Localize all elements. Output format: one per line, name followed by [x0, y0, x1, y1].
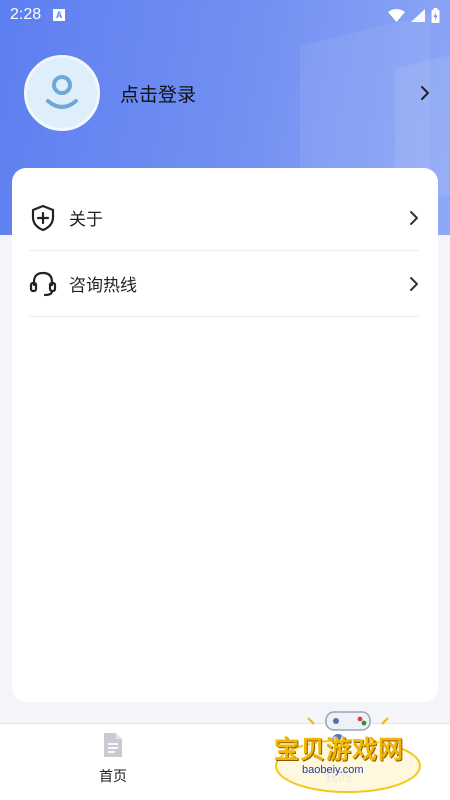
- chevron-right-icon: [410, 276, 418, 291]
- chevron-right-icon[interactable]: [420, 85, 430, 101]
- document-icon: [104, 733, 122, 757]
- menu-item-label: 咨询热线: [69, 276, 137, 296]
- watermark-url: baobeiy.com: [302, 764, 364, 776]
- status-time: 2:28: [10, 6, 42, 23]
- menu-item-hotline[interactable]: 咨询热线: [29, 251, 419, 317]
- login-label[interactable]: 点击登录: [120, 80, 196, 107]
- avatar[interactable]: [24, 55, 100, 131]
- a-icon: A: [53, 9, 66, 21]
- watermark-title: 宝贝游戏网: [274, 735, 405, 764]
- profile-login-row[interactable]: 点击登录: [24, 55, 434, 131]
- status-icons: [388, 7, 440, 23]
- user-face-icon: [46, 75, 78, 109]
- menu-card: 关于 咨询热线: [12, 168, 438, 702]
- battery-icon: [431, 7, 440, 23]
- signal-icon: [411, 8, 425, 22]
- status-bar: 2:28 A: [0, 0, 450, 30]
- wifi-icon: [388, 8, 405, 22]
- tab-label: 首页: [99, 769, 127, 785]
- menu-item-about[interactable]: 关于: [29, 185, 419, 251]
- shield-plus-icon: [29, 204, 57, 232]
- site-watermark: 宝贝游戏网 baobeiy.com: [268, 708, 428, 796]
- headset-icon: [29, 270, 57, 298]
- menu-item-label: 关于: [69, 210, 103, 230]
- chevron-right-icon: [410, 210, 418, 225]
- tab-home[interactable]: 首页: [53, 732, 173, 786]
